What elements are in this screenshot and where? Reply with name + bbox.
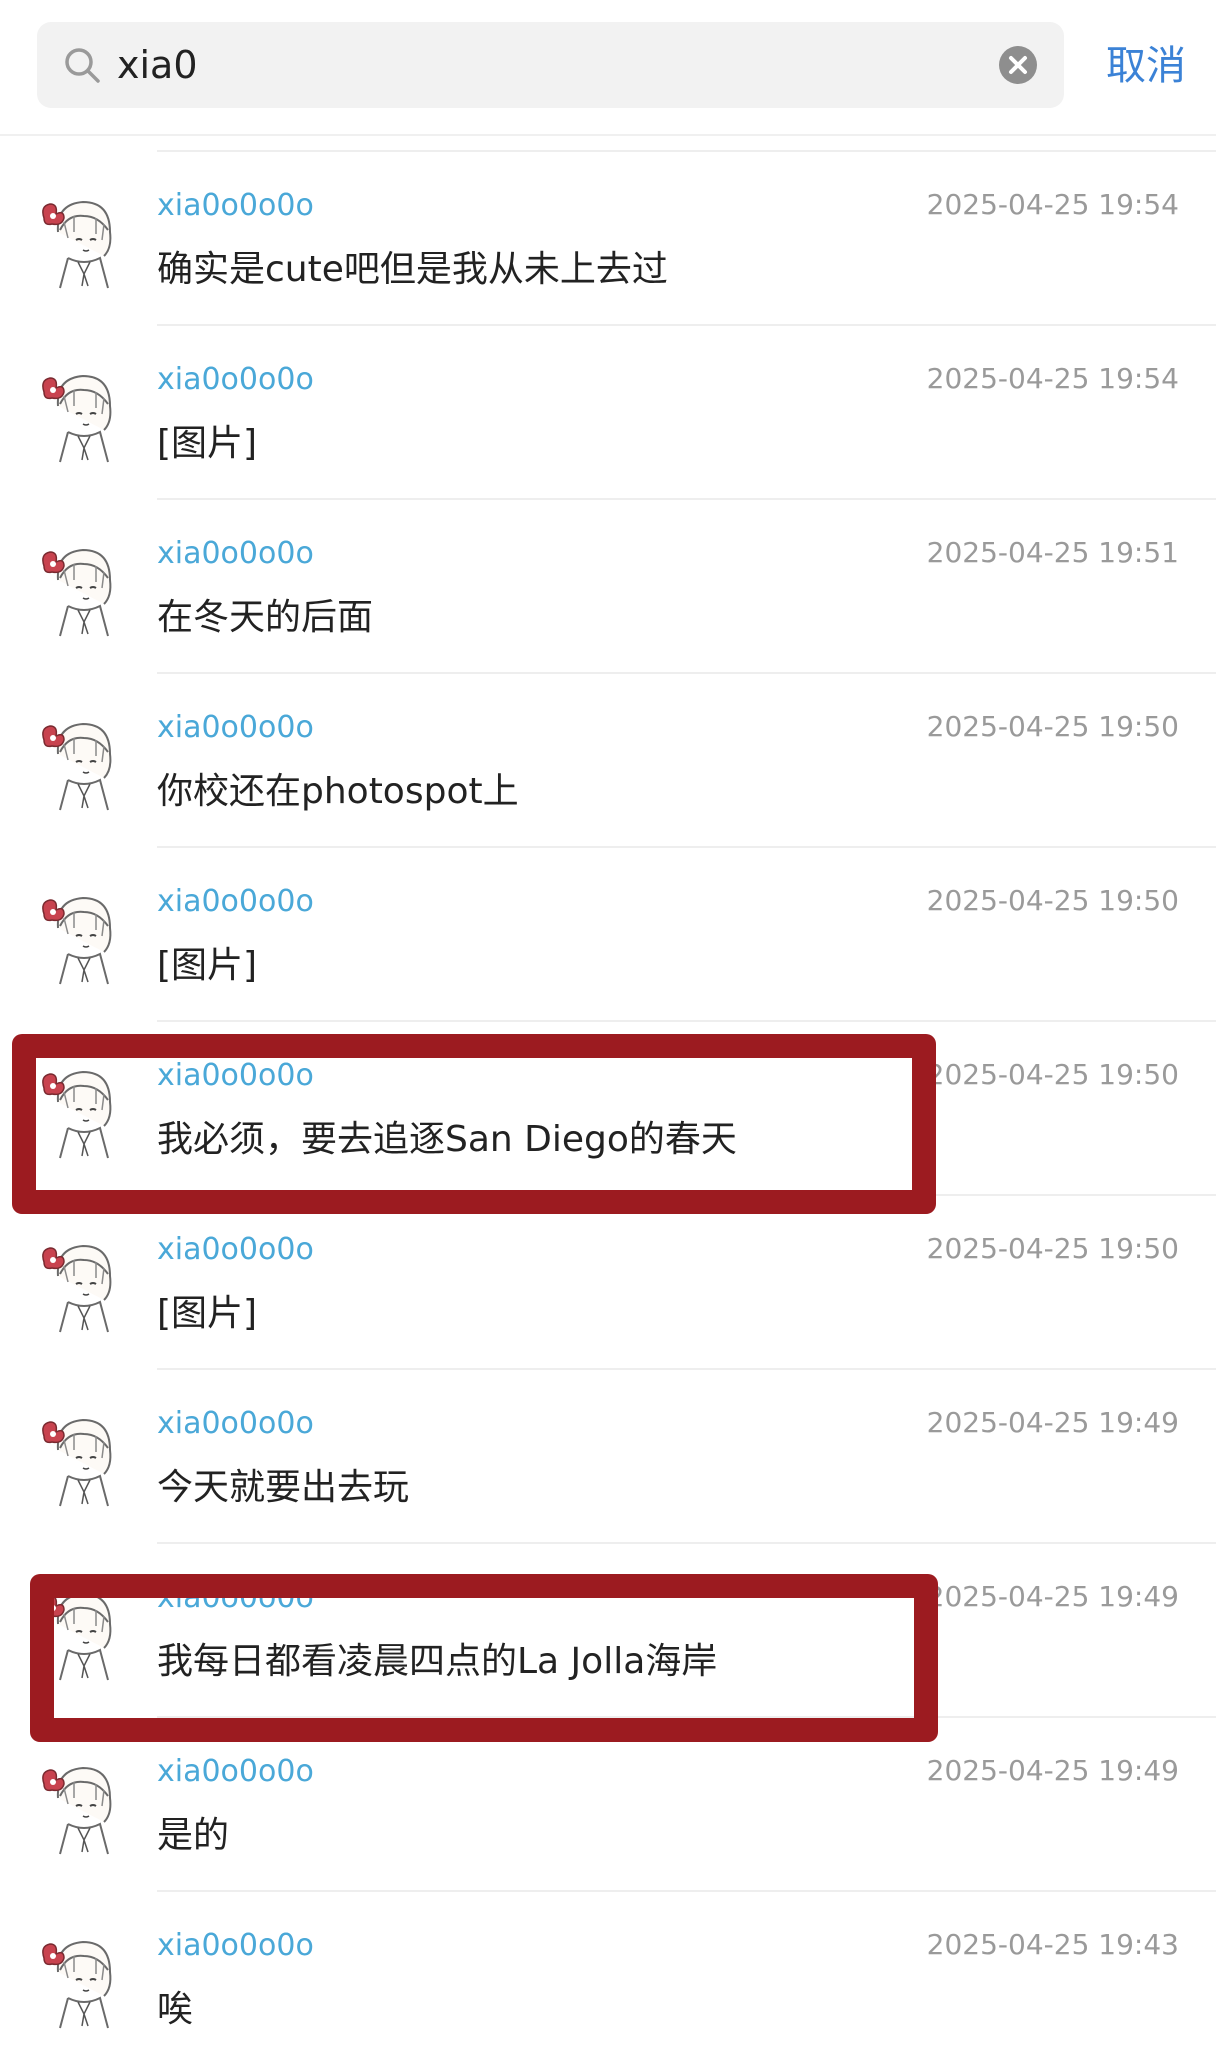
cancel-button[interactable]: 取消: [1088, 26, 1204, 106]
sender-name: xia0o0o0o: [157, 362, 314, 397]
message-result-row[interactable]: xia0o0o0o 2025-04-25 19:54 [图片]: [0, 324, 1216, 498]
sender-name: xia0o0o0o: [157, 1406, 314, 1441]
message-text: 我每日都看凌晨四点的La Jolla海岸: [157, 1641, 718, 1682]
sender-name: xia0o0o0o: [157, 1232, 314, 1267]
message-result-row[interactable]: xia0o0o0o 2025-04-25 19:49 我每日都看凌晨四点的La …: [0, 1542, 1216, 1716]
timestamp: 2025-04-25 19:54: [926, 362, 1179, 395]
timestamp: 2025-04-25 19:51: [926, 536, 1179, 569]
timestamp: 2025-04-25 19:43: [926, 1928, 1179, 1961]
message-text: 确实是cute吧但是我从未上去过: [157, 249, 668, 290]
timestamp: 2025-04-25 19:50: [926, 710, 1179, 743]
avatar[interactable]: [38, 714, 128, 814]
sender-name: xia0o0o0o: [157, 188, 314, 223]
avatar[interactable]: [38, 1410, 128, 1510]
timestamp: 2025-04-25 19:49: [926, 1580, 1179, 1613]
sender-name: xia0o0o0o: [157, 536, 314, 571]
avatar[interactable]: [38, 1584, 128, 1684]
avatar[interactable]: [38, 1236, 128, 1336]
message-text: [图片]: [157, 945, 258, 986]
search-input[interactable]: [117, 38, 997, 92]
message-result-row[interactable]: xia0o0o0o 2025-04-25 19:50 你校还在photospot…: [0, 672, 1216, 846]
results-container: xia0o0o0o 2025-04-25 19:54 确实是cute吧但是我从未…: [0, 150, 1216, 2057]
timestamp: 2025-04-25 19:49: [926, 1406, 1179, 1439]
message-text: [图片]: [157, 1293, 258, 1334]
message-text: 你校还在photospot上: [157, 771, 519, 812]
message-result-row[interactable]: xia0o0o0o 2025-04-25 19:49 今天就要出去玩: [0, 1368, 1216, 1542]
message-result-row[interactable]: xia0o0o0o 2025-04-25 19:50 [图片]: [0, 846, 1216, 1020]
message-result-row[interactable]: xia0o0o0o 2025-04-25 19:50 [图片]: [0, 1194, 1216, 1368]
sender-name: xia0o0o0o: [157, 1058, 314, 1093]
message-result-row[interactable]: xia0o0o0o 2025-04-25 19:43 唉: [0, 1890, 1216, 2057]
timestamp: 2025-04-25 19:50: [926, 1232, 1179, 1265]
timestamp: 2025-04-25 19:49: [926, 1754, 1179, 1787]
message-text: 唉: [157, 1989, 194, 2030]
message-text: 我必须，要去追逐San Diego的春天: [157, 1119, 737, 1160]
search-box[interactable]: [37, 22, 1064, 108]
message-result-row[interactable]: xia0o0o0o 2025-04-25 19:50 我必须，要去追逐San D…: [0, 1020, 1216, 1194]
timestamp: 2025-04-25 19:54: [926, 188, 1179, 221]
clear-icon[interactable]: [998, 45, 1038, 85]
sender-name: xia0o0o0o: [157, 710, 314, 745]
avatar[interactable]: [38, 366, 128, 466]
sender-name: xia0o0o0o: [157, 1580, 314, 1615]
search-header: 取消: [0, 0, 1216, 136]
avatar[interactable]: [38, 1062, 128, 1162]
message-result-row[interactable]: xia0o0o0o 2025-04-25 19:49 是的: [0, 1716, 1216, 1890]
avatar[interactable]: [38, 540, 128, 640]
message-result-row[interactable]: xia0o0o0o 2025-04-25 19:51 在冬天的后面: [0, 498, 1216, 672]
message-text: [图片]: [157, 423, 258, 464]
message-text: 是的: [157, 1815, 230, 1856]
sender-name: xia0o0o0o: [157, 1928, 314, 1963]
message-result-row[interactable]: xia0o0o0o 2025-04-25 19:54 确实是cute吧但是我从未…: [0, 150, 1216, 324]
avatar[interactable]: [38, 888, 128, 988]
message-text: 今天就要出去玩: [157, 1467, 410, 1508]
sender-name: xia0o0o0o: [157, 884, 314, 919]
search-icon: [65, 48, 100, 83]
timestamp: 2025-04-25 19:50: [926, 1058, 1179, 1091]
search-results-list: xia0o0o0o 2025-04-25 19:54 确实是cute吧但是我从未…: [0, 150, 1216, 2057]
timestamp: 2025-04-25 19:50: [926, 884, 1179, 917]
avatar[interactable]: [38, 192, 128, 292]
avatar[interactable]: [38, 1932, 128, 2032]
sender-name: xia0o0o0o: [157, 1754, 314, 1789]
message-text: 在冬天的后面: [157, 597, 374, 638]
avatar[interactable]: [38, 1758, 128, 1858]
